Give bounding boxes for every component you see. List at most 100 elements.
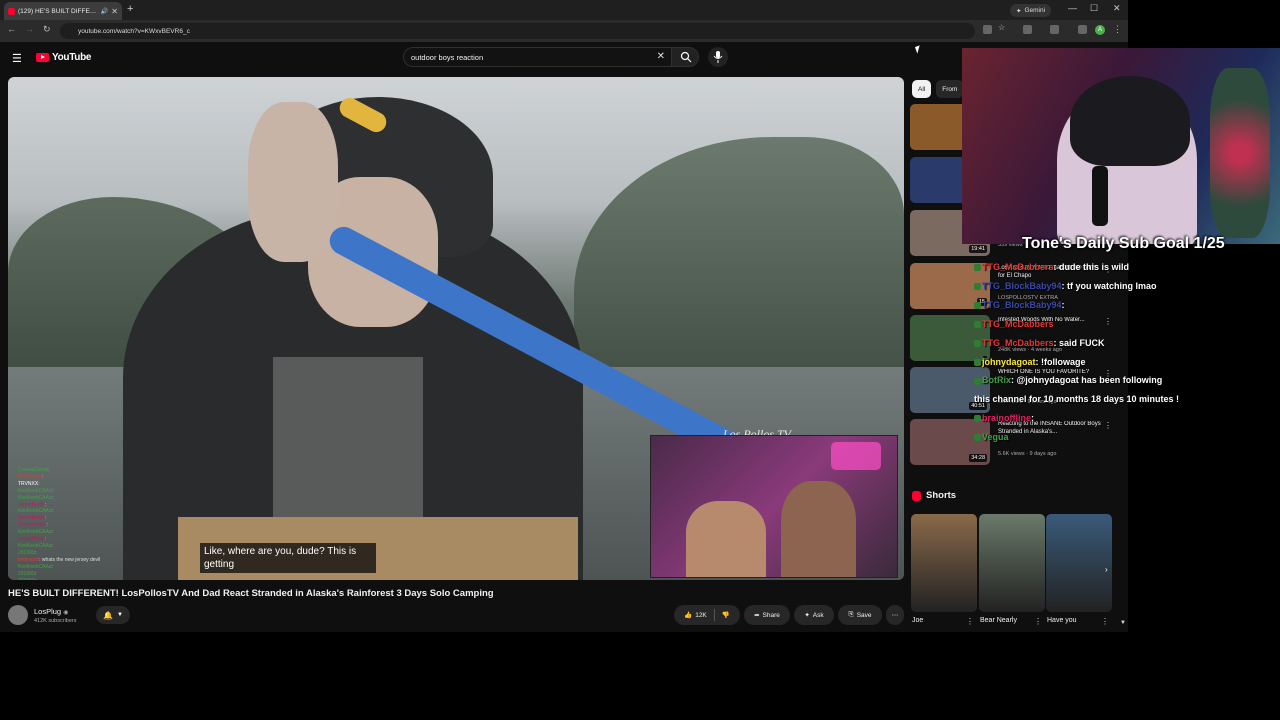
profile-avatar[interactable]: A [1095,25,1105,35]
address-bar[interactable]: youtube.com/watch?v=KWxvBEVR6_c [60,23,975,39]
dislike-button[interactable]: 👎 [722,611,730,619]
stream-chat-username: brainoffline [982,413,1031,424]
short-title[interactable]: Bear Nearly [980,617,1017,624]
stream-chat-username: TTG_McDabbers [982,262,1054,272]
short-title[interactable]: Have you [1047,617,1077,624]
more-vertical-icon[interactable]: ⋮ [1034,617,1042,626]
tab-strip: (129) HE'S BUILT DIFFEREN 🔊 ✕ + ✦ Gemini… [0,0,1128,20]
save-label: Save [856,611,872,619]
more-vertical-icon[interactable]: ⋮ [966,617,974,626]
hamburger-menu-icon[interactable]: ☰ [12,52,22,65]
chat-message: 291999: [18,570,37,577]
notification-bell-button[interactable]: 🔔 ▼ [96,606,130,624]
chat-username: 291999 [18,549,35,556]
chat-badge-icon [974,339,981,347]
forward-icon[interactable]: → [25,24,34,34]
chat-username: KenKeebCAAs [18,563,52,570]
chat-badge-icon [974,320,981,328]
chat-badge-icon [974,283,981,291]
stream-chat-message: TTG_McDabbers: said FUCK [974,334,1274,353]
sidepanel-icon[interactable] [1050,25,1059,34]
extension-icon[interactable] [1023,25,1032,34]
puzzle-icon[interactable] [1078,25,1087,34]
tab-close-icon[interactable]: ✕ [111,7,118,16]
chip-from[interactable]: From [936,80,964,98]
maximize-icon[interactable]: ☐ [1090,3,1098,14]
stream-chat-text: : dude this is wild [1053,262,1130,272]
url-text: youtube.com/watch?v=KWxvBEVR6_c [78,27,190,35]
voice-search-button[interactable] [708,47,728,67]
video-caption: Like, where are you, dude? This is getti… [200,543,376,573]
chat-text: whats the new jersey devil [41,556,101,563]
search-button[interactable] [671,47,699,67]
stream-chat-username: TTG_BlockBaby94 [982,280,1062,291]
chevron-right-icon[interactable]: › [1105,565,1108,574]
ask-label: Ask [812,611,824,619]
chat-username: TRVNXX [18,480,39,487]
stream-chat-text: : said FUCK [1053,337,1105,348]
scroll-down-icon[interactable]: ▼ [1120,620,1126,626]
stream-chat-message: TTG_McDabbers: dude this is wild [974,258,1274,277]
chat-username: ZecretAmbie [18,522,47,529]
channel-avatar[interactable] [8,605,28,625]
window-close-icon[interactable]: ✕ [1113,3,1121,14]
stream-chat-message: TTG_BlockBaby94: [974,296,1274,315]
search-box: ✕ [403,47,671,67]
video-title: HE'S BUILT DIFFERENT! LosPollosTV And Da… [8,588,494,599]
short-thumbnail[interactable] [979,514,1045,612]
thumbs-down-icon: 👎 [721,612,730,619]
cast-icon[interactable] [983,25,992,34]
video-player[interactable]: CeerbalDonk: McTubsies: TRVNXX: KeeKeebC… [8,77,904,580]
bookmark-icon: ⎘ [848,611,854,618]
chat-username: KenKeebCAAs [18,542,52,549]
stream-chat-username: TTG_BlockBaby94 [982,299,1062,310]
chip-all[interactable]: All [912,80,932,98]
chat-username: KenKeebCAAs [18,529,52,536]
save-button[interactable]: ⎘ Save [838,605,882,625]
more-vertical-icon[interactable]: ⋮ [1101,617,1109,626]
chat-message: CeerbalDonk: [18,467,49,473]
chat-username: McTubsies [18,473,42,480]
sparkle-icon: ✦ [804,612,810,619]
youtube-logo-text: YouTube [52,52,92,63]
chat-message: 291999: [18,578,138,581]
shorts-heading-text: Shorts [926,490,957,501]
browser-tab[interactable]: (129) HE'S BUILT DIFFEREN 🔊 ✕ [4,2,122,20]
microphone-icon [713,51,723,63]
bookmark-star-icon[interactable]: ☆ [998,23,1007,32]
bell-icon: 🔔 [103,610,113,620]
short-thumbnail[interactable] [1046,514,1112,612]
share-button[interactable]: ➦ Share [744,605,790,625]
chat-message: McTubsies: [18,473,44,480]
youtube-logo[interactable]: YouTube [36,52,92,63]
reload-icon[interactable]: ↻ [43,24,51,35]
navigation-bar: ← → ↻ youtube.com/watch?v=KWxvBEVR6_c ☆ … [0,20,1128,42]
ask-button[interactable]: ✦ Ask [794,605,834,625]
gemini-label: Gemini [1024,7,1046,14]
gemini-button[interactable]: ✦ Gemini [1010,4,1052,17]
channel-name[interactable]: LosPlug ◉ [34,607,68,616]
back-icon[interactable]: ← [7,24,16,34]
browser-window: (129) HE'S BUILT DIFFEREN 🔊 ✕ + ✦ Gemini… [0,0,1128,632]
verified-icon: ◉ [63,610,69,616]
minimize-icon[interactable]: — [1068,3,1077,13]
share-label: Share [762,611,780,619]
chat-username: CeerbalDonk [18,467,48,473]
short-title[interactable]: Joe [912,617,923,624]
chat-username: KenKeebCAAs [18,508,52,515]
like-button[interactable]: 👍 12K [684,611,707,620]
new-tab-icon[interactable]: + [127,3,133,15]
shorts-icon [912,490,921,501]
stream-chat-overlay: TTG_McDabbers: dude this is wild TTG_Bloc… [974,258,1274,447]
shorts-heading: Shorts [912,490,956,501]
stream-chat-text: : [1061,299,1065,310]
search-input[interactable] [411,52,651,62]
more-actions-button[interactable]: ⋯ [886,605,904,625]
browser-menu-icon[interactable]: ⋮ [1113,24,1122,35]
streamer-webcam [962,48,1280,244]
chat-badge-icon [974,415,981,423]
short-thumbnail[interactable] [911,514,977,612]
chat-username: zenonBertle [18,501,45,508]
stream-chat-message: BotRix: @johnydagoat has been following [974,371,1274,390]
clear-search-icon[interactable]: ✕ [657,51,665,62]
